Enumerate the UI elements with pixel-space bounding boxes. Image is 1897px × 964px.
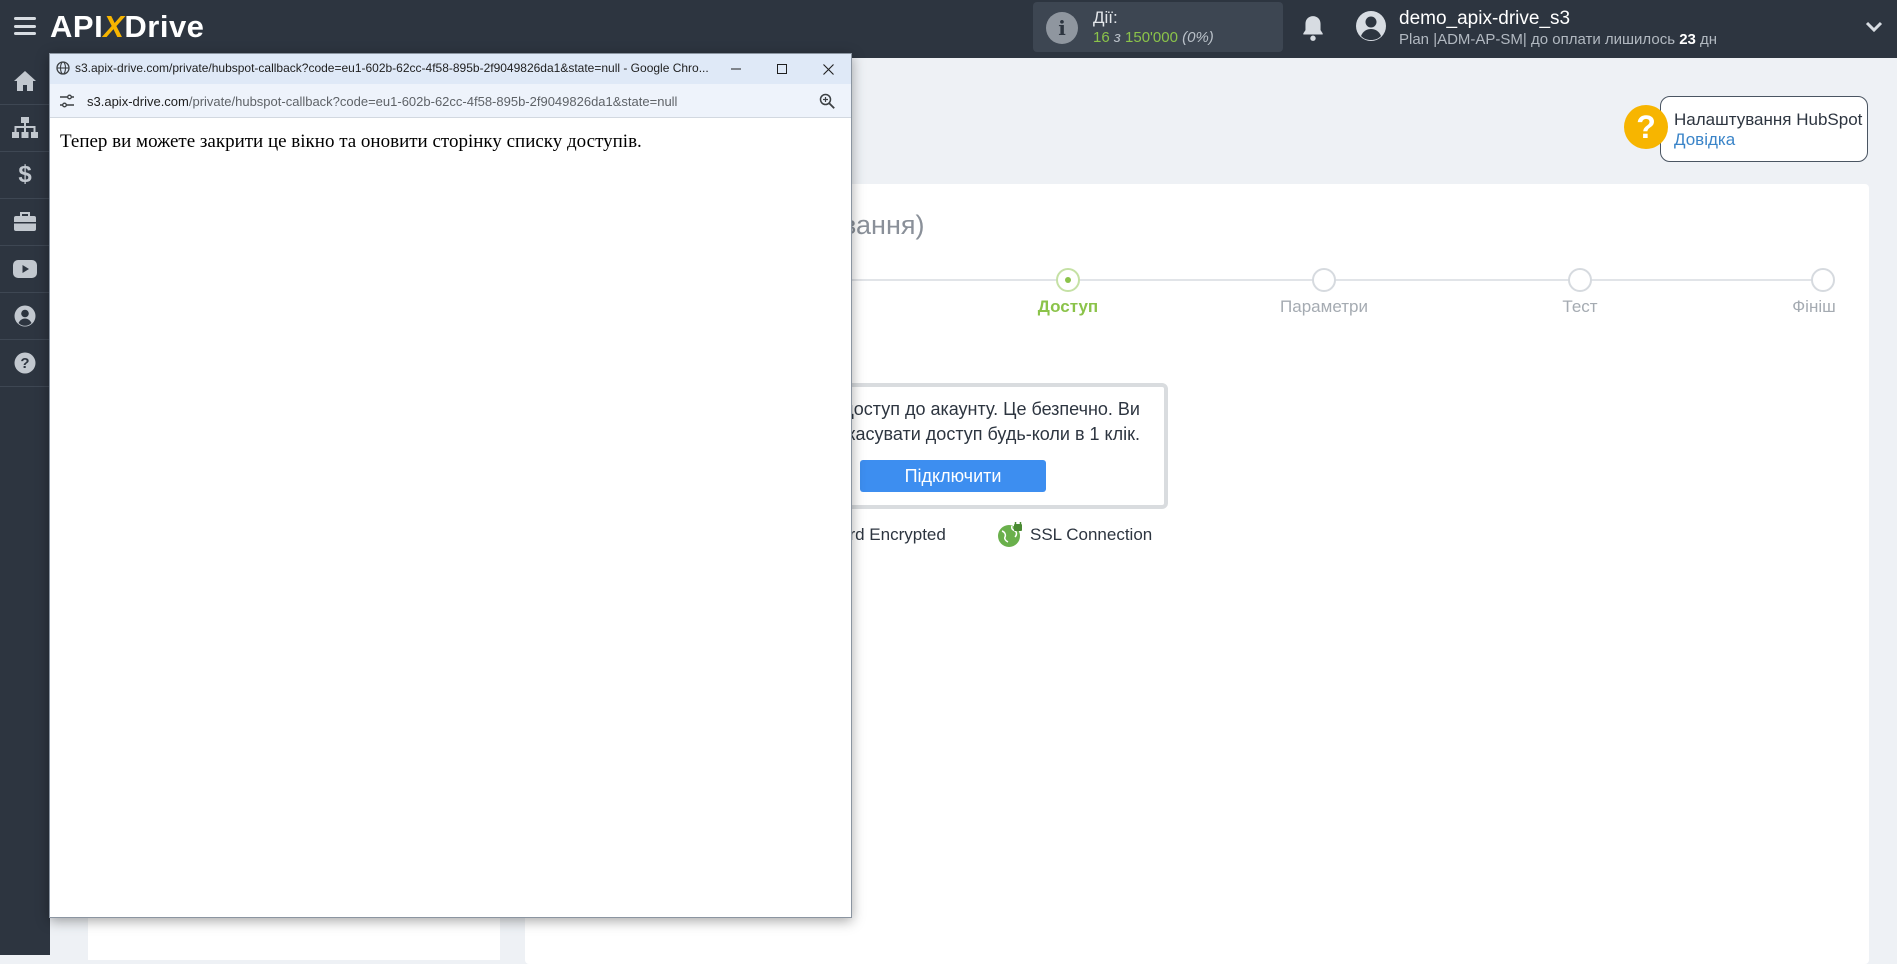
logo[interactable]: APIXDrive — [50, 9, 204, 45]
connect-button[interactable]: Підключити — [860, 460, 1046, 492]
ssl-label: SSL Connection — [1030, 525, 1153, 544]
popup-title: s3.apix-drive.com/private/hubspot-callba… — [75, 61, 709, 75]
actions-value: 16 з 150'000 (0%) — [1093, 29, 1214, 46]
maximize-button[interactable] — [759, 54, 805, 84]
connect-text-line1: доступ до акаунту. Це безпечно. Ви — [843, 399, 1140, 419]
page-title: вання) — [842, 210, 925, 240]
maximize-icon — [777, 64, 787, 74]
globe-icon — [56, 61, 70, 75]
step-dot-test[interactable] — [1568, 268, 1592, 292]
connect-description: доступ до акаунту. Це безпечно. Ви касув… — [840, 397, 1140, 447]
step-label-parameters[interactable]: Параметри — [1280, 297, 1368, 317]
popup-titlebar[interactable]: s3.apix-drive.com/private/hubspot-callba… — [50, 54, 851, 84]
address-url[interactable]: s3.apix-drive.com/private/hubspot-callba… — [87, 94, 677, 109]
sidebar-item-help[interactable]: ? — [0, 340, 50, 387]
sidebar-item-profile[interactable] — [0, 293, 50, 340]
step-dot-access[interactable] — [1056, 268, 1080, 292]
help-title: Налаштування HubSpot — [1674, 110, 1863, 129]
sidebar-item-sitemap[interactable] — [0, 105, 50, 152]
plan-days: 23 — [1679, 31, 1696, 48]
encrypted-label: ord Encrypted — [840, 525, 946, 544]
help-link[interactable]: Довідка — [1674, 130, 1735, 150]
logo-drive: Drive — [124, 9, 205, 44]
address-bar[interactable]: s3.apix-drive.com/private/hubspot-callba… — [50, 84, 851, 118]
step-dot-finish[interactable] — [1811, 268, 1835, 292]
step-label-test[interactable]: Тест — [1562, 297, 1597, 317]
plan-text: Plan |ADM-AP-SM| до оплати лишилось — [1399, 31, 1676, 48]
bell-icon[interactable] — [1300, 14, 1326, 42]
close-icon — [822, 63, 834, 75]
ssl-globe-icon — [998, 522, 1022, 547]
sidebar-item-video[interactable] — [0, 246, 50, 293]
step-label-access[interactable]: Доступ — [1038, 297, 1098, 317]
sitemap-icon — [12, 117, 38, 138]
menu-icon[interactable] — [14, 17, 36, 35]
popup-window: s3.apix-drive.com/private/hubspot-callba… — [49, 53, 852, 918]
minimize-icon — [731, 68, 741, 70]
sidebar-item-briefcase[interactable] — [0, 199, 50, 246]
plan-info: Plan |ADM-AP-SM| до оплати лишилось 23 д… — [1399, 31, 1717, 48]
question-icon: ? — [1624, 105, 1668, 149]
zoom-icon[interactable] — [818, 92, 836, 110]
actions-counter: i Дії: 16 з 150'000 (0%) — [1033, 2, 1283, 52]
actions-percent: (0%) — [1182, 29, 1214, 46]
sidebar: $ ? — [0, 58, 50, 955]
close-button[interactable] — [805, 54, 851, 84]
site-settings-icon[interactable] — [59, 94, 75, 108]
minimize-button[interactable] — [713, 54, 759, 84]
briefcase-icon — [14, 212, 36, 231]
connect-text-line2: касувати доступ будь-коли в 1 клік. — [847, 424, 1140, 444]
actions-of: з — [1113, 29, 1121, 46]
url-path: /private/hubspot-callback?code=eu1-602b-… — [188, 94, 678, 109]
top-bar: APIXDrive i Дії: 16 з 150'000 (0%) demo_… — [0, 0, 1897, 58]
home-icon — [14, 71, 36, 91]
info-icon: i — [1046, 12, 1078, 44]
plan-days-unit: дн — [1700, 31, 1718, 48]
user-icon — [14, 305, 36, 327]
youtube-icon — [13, 260, 37, 278]
url-host: s3.apix-drive.com — [87, 94, 189, 109]
actions-total: 150'000 — [1125, 29, 1178, 46]
actions-label: Дії: — [1093, 8, 1118, 27]
actions-used: 16 — [1093, 29, 1110, 46]
logo-api: API — [50, 9, 104, 44]
help-icon: ? — [14, 352, 36, 374]
popup-message: Тепер ви можете закрити це вікно та онов… — [60, 131, 642, 152]
popup-content: Тепер ви можете закрити це вікно та онов… — [50, 118, 851, 917]
chevron-down-icon[interactable] — [1865, 20, 1883, 34]
sidebar-item-home[interactable] — [0, 58, 50, 105]
step-label-finish[interactable]: Фініш — [1792, 297, 1836, 317]
steps-progress-line — [850, 279, 1822, 281]
logo-x: X — [103, 9, 125, 44]
sidebar-item-billing[interactable]: $ — [0, 152, 50, 199]
svg-text:?: ? — [20, 355, 29, 372]
username[interactable]: demo_apix-drive_s3 — [1399, 8, 1570, 30]
dollar-icon: $ — [18, 161, 32, 188]
user-avatar-icon[interactable] — [1355, 10, 1387, 42]
step-dot-parameters[interactable] — [1312, 268, 1336, 292]
